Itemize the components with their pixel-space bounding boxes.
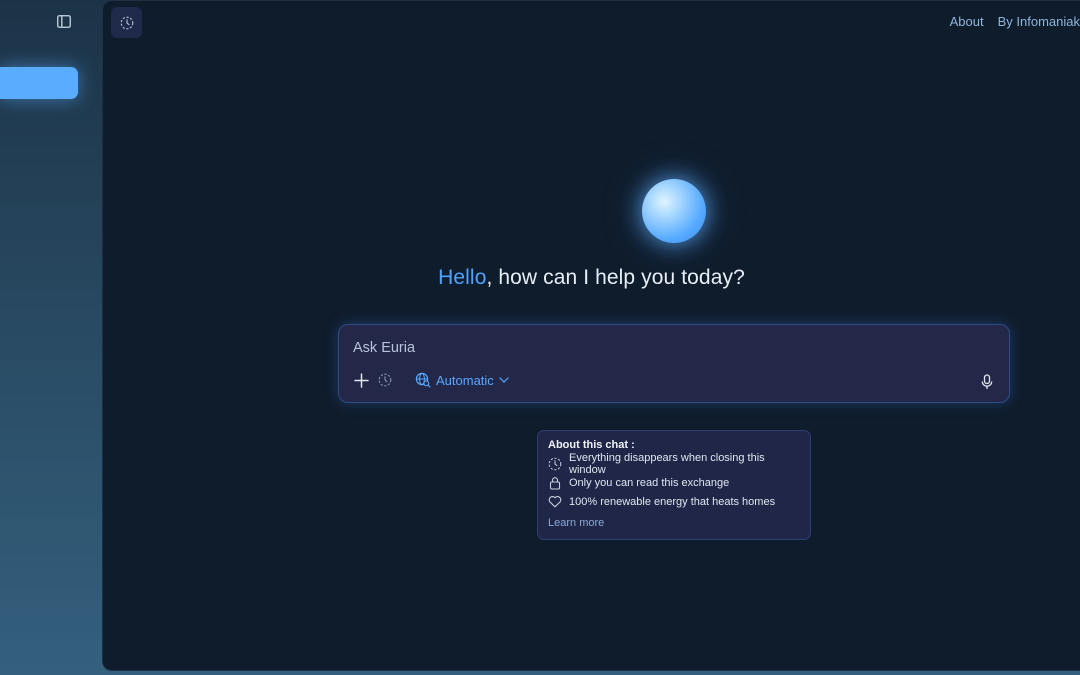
assistant-orb bbox=[642, 179, 706, 243]
main-panel: About By Infomaniak Hello, how can I hel… bbox=[102, 0, 1080, 671]
ephemeral-mode-button[interactable] bbox=[111, 7, 142, 38]
top-nav: About By Infomaniak bbox=[950, 14, 1080, 29]
ephemeral-clock-icon bbox=[548, 457, 562, 470]
info-item-text: 100% renewable energy that heats homes bbox=[569, 495, 776, 508]
add-attachment-button[interactable] bbox=[353, 372, 369, 388]
about-chat-card: About this chat : Everything disappears … bbox=[537, 430, 811, 540]
ephemeral-clock-icon bbox=[120, 16, 133, 29]
ephemeral-clock-icon bbox=[378, 373, 392, 387]
greeting-highlight: Hello bbox=[438, 266, 487, 289]
lock-icon bbox=[549, 476, 561, 490]
learn-more-link[interactable]: Learn more bbox=[548, 517, 800, 529]
model-selector[interactable]: Automatic bbox=[415, 372, 509, 388]
info-item-text: Only you can read this exchange bbox=[569, 476, 730, 489]
microphone-icon bbox=[981, 374, 993, 389]
model-selector-label: Automatic bbox=[436, 372, 494, 388]
sidebar-item-new-chat[interactable] bbox=[0, 67, 78, 99]
about-link[interactable]: About bbox=[950, 14, 984, 29]
sidebar bbox=[0, 0, 102, 675]
chevron-down-icon bbox=[499, 377, 509, 383]
sidebar-toggle-button[interactable] bbox=[54, 11, 74, 31]
message-input[interactable] bbox=[353, 338, 913, 358]
voice-input-button[interactable] bbox=[978, 373, 996, 391]
ephemeral-toggle-button[interactable] bbox=[377, 372, 393, 388]
plus-icon bbox=[353, 372, 369, 388]
greeting-text: , how can I help you today? bbox=[486, 266, 745, 289]
info-item: 100% renewable energy that heats homes bbox=[548, 495, 800, 508]
message-composer: Automatic bbox=[338, 324, 1010, 403]
heart-icon bbox=[548, 496, 562, 508]
by-infomaniak-link[interactable]: By Infomaniak bbox=[998, 14, 1080, 29]
composer-toolbar: Automatic bbox=[353, 372, 509, 388]
globe-search-icon bbox=[415, 372, 431, 388]
info-item: Only you can read this exchange bbox=[548, 476, 800, 490]
about-chat-title: About this chat : bbox=[548, 439, 635, 451]
info-item: Everything disappears when closing this … bbox=[548, 452, 800, 476]
greeting-heading: Hello, how can I help you today? bbox=[103, 266, 1080, 290]
info-item-text: Everything disappears when closing this … bbox=[569, 451, 765, 476]
sidebar-panel-icon bbox=[57, 14, 71, 28]
